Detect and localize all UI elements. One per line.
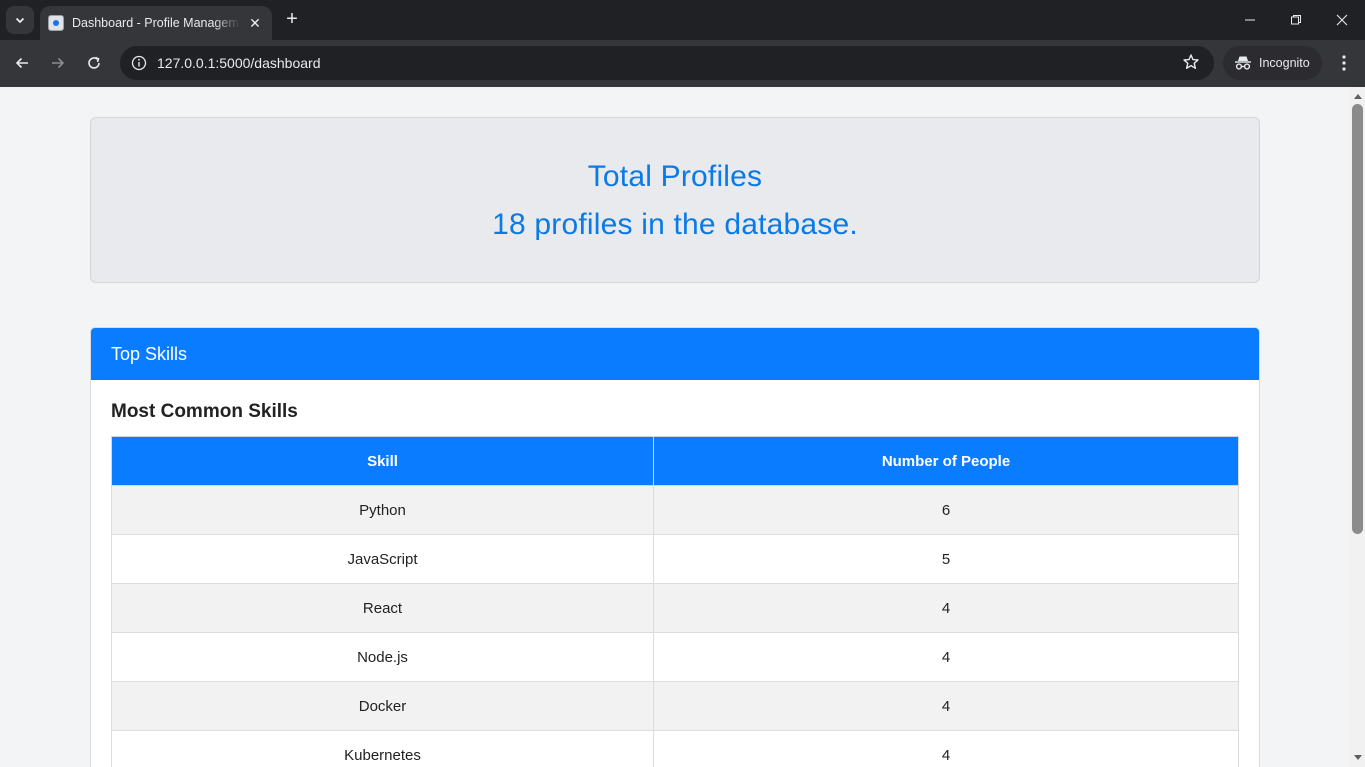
browser-tab[interactable]: Dashboard - Profile Management ✕: [40, 6, 272, 40]
minimize-icon[interactable]: [1227, 0, 1273, 40]
incognito-label: Incognito: [1259, 56, 1310, 70]
more-vertical-icon[interactable]: [1332, 50, 1356, 76]
skill-cell: JavaScript: [111, 534, 654, 584]
skill-cell: Kubernetes: [111, 730, 654, 767]
total-profiles-count: 18 profiles in the database.: [492, 208, 858, 241]
count-cell: 6: [653, 485, 1239, 535]
address-bar[interactable]: 127.0.0.1:5000/dashboard: [120, 46, 1214, 80]
tab-search-icon[interactable]: [6, 6, 34, 34]
scroll-up-arrow-icon[interactable]: [1350, 89, 1365, 103]
tab-strip: Dashboard - Profile Management ✕ +: [0, 0, 1365, 40]
count-cell: 4: [653, 632, 1239, 682]
reload-icon[interactable]: [81, 50, 107, 76]
skill-cell: Python: [111, 485, 654, 535]
table-row: Kubernetes 4: [111, 730, 1239, 767]
back-arrow-icon[interactable]: [9, 50, 35, 76]
table-row: Python 6: [111, 485, 1239, 535]
count-cell: 5: [653, 534, 1239, 584]
scrollbar-thumb[interactable]: [1352, 104, 1363, 534]
page-scrollbar[interactable]: [1350, 87, 1365, 767]
site-info-icon[interactable]: [128, 52, 150, 74]
table-row: Docker 4: [111, 681, 1239, 731]
incognito-icon: [1235, 56, 1251, 70]
most-common-skills-title: Most Common Skills: [111, 401, 298, 422]
window-close-icon[interactable]: [1319, 0, 1365, 40]
forward-arrow-icon[interactable]: [45, 50, 71, 76]
table-row: JavaScript 5: [111, 534, 1239, 584]
plus-icon[interactable]: +: [281, 8, 303, 32]
bookmark-star-icon[interactable]: [1182, 53, 1200, 76]
skills-table: Skill Number of People Python 6 JavaScri…: [111, 436, 1239, 767]
url-text[interactable]: 127.0.0.1:5000/dashboard: [157, 55, 320, 71]
skill-cell: React: [111, 583, 654, 633]
skill-cell: Docker: [111, 681, 654, 731]
count-cell: 4: [653, 583, 1239, 633]
skill-cell: Node.js: [111, 632, 654, 682]
tab-title: Dashboard - Profile Management: [72, 16, 240, 30]
column-header-skill: Skill: [111, 436, 654, 486]
top-skills-header: Top Skills: [91, 328, 1259, 380]
count-cell: 4: [653, 681, 1239, 731]
table-row: React 4: [111, 583, 1239, 633]
count-cell: 4: [653, 730, 1239, 767]
column-header-count: Number of People: [653, 436, 1239, 486]
table-row: Node.js 4: [111, 632, 1239, 682]
page-viewport: Total Profiles 18 profiles in the databa…: [0, 87, 1350, 767]
total-profiles-card: Total Profiles 18 profiles in the databa…: [90, 117, 1260, 283]
table-header-row: Skill Number of People: [111, 436, 1239, 486]
scroll-down-arrow-icon[interactable]: [1350, 751, 1365, 765]
close-icon[interactable]: ✕: [248, 15, 262, 32]
incognito-indicator[interactable]: Incognito: [1223, 46, 1322, 80]
top-skills-card: Top Skills Most Common Skills Skill Numb…: [90, 327, 1260, 767]
favicon-icon: [48, 15, 64, 31]
restore-icon[interactable]: [1273, 0, 1319, 40]
total-profiles-title: Total Profiles: [587, 160, 763, 193]
